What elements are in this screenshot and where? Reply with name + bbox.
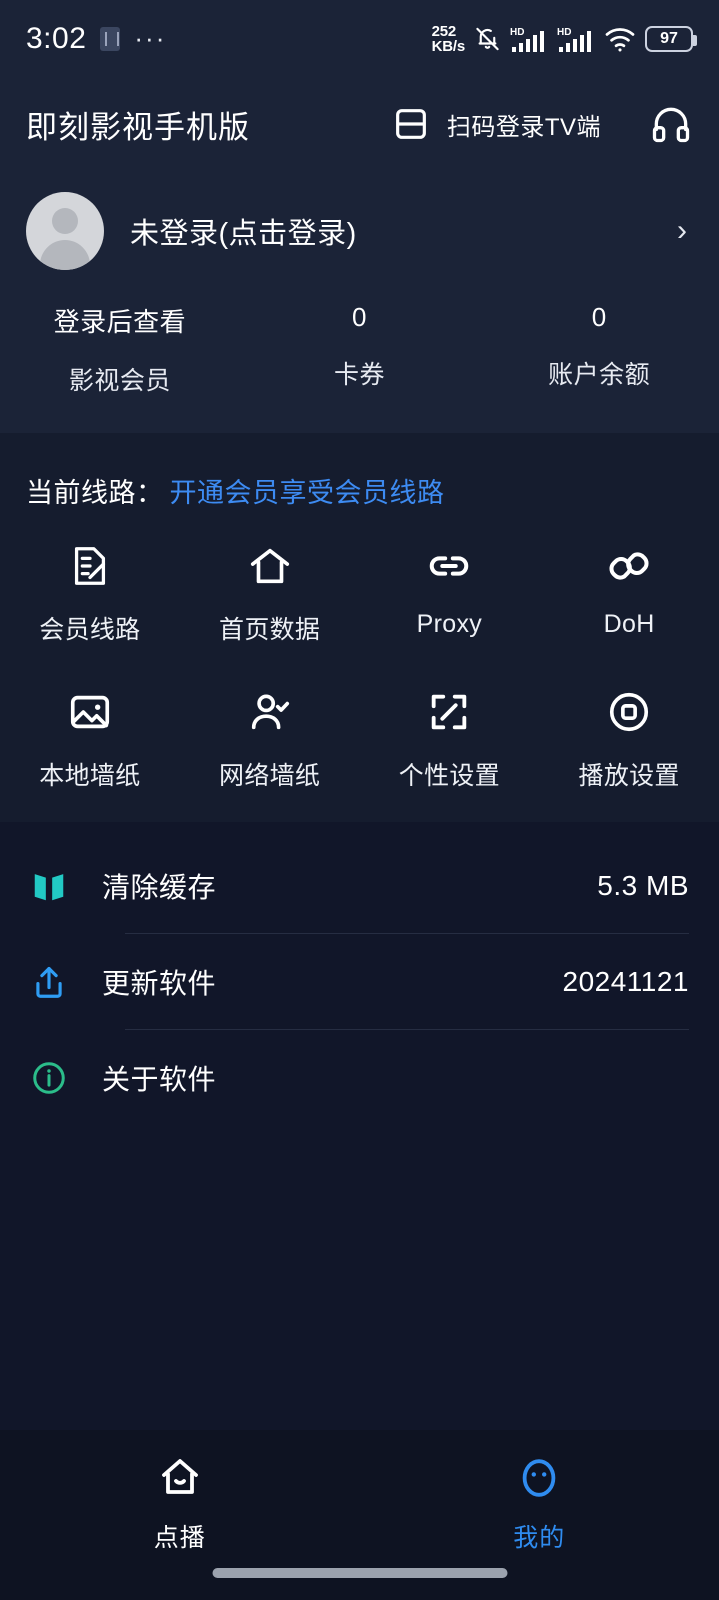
list-row-label: 清除缓存 bbox=[102, 871, 217, 903]
user-check-icon bbox=[247, 688, 293, 736]
status-bar-left: 3:02 ··· bbox=[26, 22, 432, 56]
current-route-value[interactable]: 开通会员享受会员线路 bbox=[170, 471, 445, 510]
stat-membership[interactable]: 登录后查看 影视会员 bbox=[0, 302, 240, 397]
chevron-right-icon[interactable]: › bbox=[677, 214, 693, 248]
grid-item-label: 播放设置 bbox=[578, 762, 680, 790]
feature-grid-container: 会员线路 首页数据 Proxy DoH 本地墙纸 网络墙纸 个性设置 播放设置 bbox=[0, 536, 719, 822]
nav-tab-label: 我的 bbox=[513, 1524, 566, 1552]
app-header: 即刻影视手机版 扫码登录TV端 bbox=[0, 78, 719, 170]
grid-item-personal-settings[interactable]: 个性设置 bbox=[360, 688, 540, 792]
grid-item-label: Proxy bbox=[416, 610, 483, 638]
chain-diagonal-icon bbox=[606, 542, 652, 590]
network-speed-unit: KB/s bbox=[431, 38, 466, 55]
grid-item-label: DoH bbox=[603, 610, 655, 638]
grid-item-label: 网络墙纸 bbox=[219, 762, 321, 790]
current-route-row: 当前线路： 开通会员享受会员线路 bbox=[0, 433, 719, 536]
scan-login-tv-button[interactable]: 扫码登录TV端 bbox=[391, 104, 601, 144]
app-badge-icon bbox=[100, 27, 121, 51]
map-book-icon bbox=[30, 867, 86, 905]
bottom-navigation: 点播 我的 bbox=[0, 1430, 719, 1600]
stat-label: 影视会员 bbox=[68, 367, 171, 395]
login-row[interactable]: 未登录(点击登录) › bbox=[0, 170, 719, 288]
home-indicator[interactable] bbox=[212, 1568, 507, 1578]
status-bar: 3:02 ··· 252 KB/s HD HD 97 bbox=[0, 0, 719, 78]
list-row-label: 关于软件 bbox=[102, 1063, 217, 1095]
stat-value: 0 bbox=[352, 302, 367, 332]
grid-item-home-data[interactable]: 首页数据 bbox=[180, 542, 360, 646]
scan-login-tv-label: 扫码登录TV端 bbox=[446, 113, 601, 141]
battery-indicator: 97 bbox=[645, 26, 697, 52]
settings-list: 清除缓存 5.3 MB 更新软件 20241121 关于软件 bbox=[0, 822, 719, 1125]
stat-value: 0 bbox=[591, 302, 607, 332]
network-speed: 252 KB/s bbox=[431, 22, 466, 55]
battery-level: 97 bbox=[660, 30, 678, 47]
grid-item-doh[interactable]: DoH bbox=[539, 542, 719, 646]
grid-item-local-wallpaper[interactable]: 本地墙纸 bbox=[0, 688, 180, 792]
network-speed-value: 252 bbox=[431, 22, 457, 40]
stat-label: 账户余额 bbox=[548, 361, 651, 389]
svg-text:HD: HD bbox=[510, 27, 524, 38]
customer-service-button[interactable] bbox=[649, 102, 693, 146]
info-circle-icon bbox=[30, 1059, 86, 1097]
status-bar-right: 252 KB/s HD HD 97 bbox=[431, 22, 697, 55]
grid-item-network-wallpaper[interactable]: 网络墙纸 bbox=[180, 688, 360, 792]
nav-tab-mine[interactable]: 我的 bbox=[360, 1454, 719, 1554]
expand-arrows-icon bbox=[426, 688, 472, 736]
login-status-label: 未登录(点击登录) bbox=[130, 218, 357, 250]
grid-item-playback-settings[interactable]: 播放设置 bbox=[539, 688, 719, 792]
list-row-label: 更新软件 bbox=[102, 967, 217, 999]
grid-item-proxy[interactable]: Proxy bbox=[360, 542, 540, 646]
stat-coupons[interactable]: 0 卡券 bbox=[240, 302, 480, 397]
image-icon bbox=[67, 688, 113, 736]
svg-text:HD: HD bbox=[557, 27, 571, 38]
list-row-about-app[interactable]: 关于软件 bbox=[0, 1030, 719, 1125]
document-edit-icon bbox=[67, 542, 113, 590]
link-icon bbox=[426, 542, 472, 590]
signal-hd-2-icon: HD bbox=[557, 25, 595, 53]
stat-label: 卡券 bbox=[334, 361, 386, 389]
feature-grid: 会员线路 首页数据 Proxy DoH 本地墙纸 网络墙纸 个性设置 播放设置 bbox=[0, 542, 719, 792]
bell-muted-icon bbox=[474, 25, 501, 53]
list-row-update-app[interactable]: 更新软件 20241121 bbox=[0, 934, 719, 1029]
stat-value: 登录后查看 bbox=[53, 307, 187, 337]
grid-item-vip-route[interactable]: 会员线路 bbox=[0, 542, 180, 646]
grid-item-label: 首页数据 bbox=[219, 616, 321, 644]
headphones-icon bbox=[649, 102, 693, 146]
upload-icon bbox=[30, 963, 86, 1001]
grid-item-label: 会员线路 bbox=[39, 616, 141, 644]
current-route-label: 当前线路： bbox=[26, 478, 164, 508]
app-screen: 3:02 ··· 252 KB/s HD HD 97 即刻影视手机版 扫码登录T… bbox=[0, 0, 719, 1600]
list-row-clear-cache[interactable]: 清除缓存 5.3 MB bbox=[0, 838, 719, 933]
account-stats: 登录后查看 影视会员 0 卡券 0 账户余额 bbox=[0, 288, 719, 433]
scan-qr-icon bbox=[391, 104, 431, 144]
status-overflow-dots: ··· bbox=[134, 23, 167, 54]
list-row-value: 20241121 bbox=[562, 965, 689, 997]
stop-circle-icon bbox=[606, 688, 652, 736]
grid-item-label: 本地墙纸 bbox=[39, 762, 141, 790]
wifi-icon bbox=[604, 26, 636, 52]
status-time: 3:02 bbox=[26, 22, 87, 55]
signal-hd-1-icon: HD bbox=[510, 25, 548, 53]
nav-tab-label: 点播 bbox=[153, 1524, 206, 1552]
list-row-value: 5.3 MB bbox=[597, 869, 689, 901]
home-icon bbox=[247, 542, 293, 590]
page-title: 即刻影视手机版 bbox=[26, 109, 250, 145]
profile-card: 未登录(点击登录) › 登录后查看 影视会员 0 卡券 0 账户余额 bbox=[0, 170, 719, 433]
grid-item-label: 个性设置 bbox=[398, 762, 500, 790]
avatar-placeholder-icon bbox=[26, 192, 104, 270]
home-nav-icon bbox=[156, 1454, 204, 1502]
nav-tab-vod[interactable]: 点播 bbox=[0, 1454, 360, 1554]
stat-balance[interactable]: 0 账户余额 bbox=[479, 302, 719, 397]
face-nav-icon bbox=[515, 1454, 563, 1502]
